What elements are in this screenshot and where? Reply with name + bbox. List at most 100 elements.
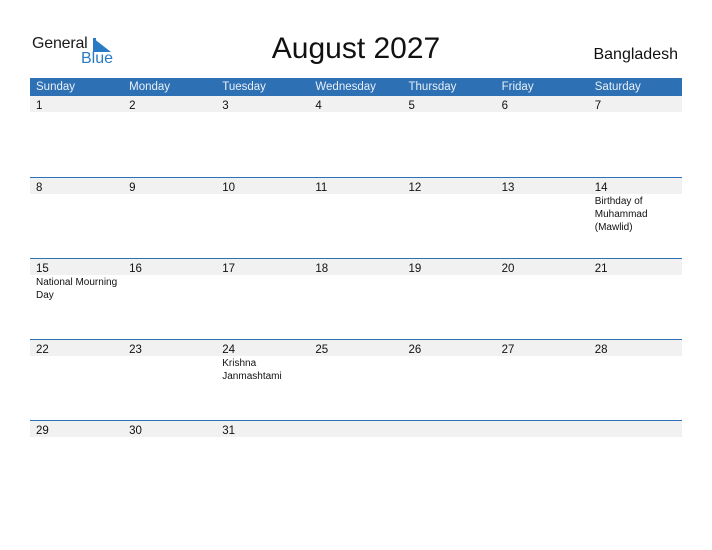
day-cell <box>403 421 496 437</box>
day-number: 29 <box>36 425 49 437</box>
holiday-event <box>496 275 589 302</box>
holiday-event <box>403 275 496 302</box>
holiday-event <box>30 194 123 234</box>
day-number: 6 <box>501 100 509 112</box>
day-cell: 25 <box>309 340 402 356</box>
week-row: 15 16 17 18 19 20 21 National Mourning Day <box>30 258 682 339</box>
day-number: 26 <box>408 344 422 356</box>
holiday-event <box>123 437 216 438</box>
events-row <box>30 112 682 113</box>
day-number: 9 <box>129 182 136 194</box>
week-row: 1 2 3 4 5 6 7 <box>30 96 682 177</box>
day-cell: 5 <box>403 96 496 112</box>
day-number: 31 <box>222 425 236 437</box>
day-cell <box>309 421 402 437</box>
day-cell: 11 <box>309 178 402 194</box>
day-cell: 23 <box>123 340 216 356</box>
day-number: 1 <box>36 100 43 112</box>
day-number: 13 <box>501 182 515 194</box>
day-cell: 18 <box>309 259 402 275</box>
day-cell: 28 <box>589 340 682 356</box>
date-strip: 15 16 17 18 19 20 21 <box>30 259 682 275</box>
holiday-event: Birthday of Muhammad (Mawlid) <box>594 196 648 233</box>
day-number: 27 <box>501 344 515 356</box>
day-cell: 8 <box>30 178 123 194</box>
day-number: 11 <box>315 182 328 194</box>
day-cell: 10 <box>216 178 309 194</box>
day-cell: 2 <box>123 96 216 112</box>
day-cell: 3 <box>216 96 309 112</box>
holiday-event <box>309 112 402 113</box>
day-number: 20 <box>501 263 515 275</box>
day-number: 16 <box>129 263 142 275</box>
events-row: Krishna Janmashtami <box>30 356 682 383</box>
country-label: Bangladesh <box>593 46 678 63</box>
day-cell: 27 <box>496 340 589 356</box>
events-row: Birthday of Muhammad (Mawlid) <box>30 194 682 234</box>
holiday-event <box>123 112 216 113</box>
day-cell: 15 <box>30 259 123 275</box>
day-cell: 22 <box>30 340 123 356</box>
day-number: 12 <box>408 182 422 194</box>
day-cell: 19 <box>403 259 496 275</box>
day-cell: 20 <box>496 259 589 275</box>
day-number: 22 <box>36 344 49 356</box>
day-cell: 16 <box>123 259 216 275</box>
day-cell: 26 <box>403 340 496 356</box>
events-row: National Mourning Day <box>30 275 682 302</box>
day-cell: 1 <box>30 96 123 112</box>
weeks-container: 1 2 3 4 5 6 7 8 9 10 11 12 13 14 Birthday of Muhammad … <box>30 96 682 501</box>
holiday-event: National Mourning Day <box>36 277 118 301</box>
day-number: 24 <box>222 344 236 356</box>
holiday-event <box>589 356 682 383</box>
holiday-event <box>309 437 402 438</box>
holiday-event <box>216 275 309 302</box>
day-number: 17 <box>222 263 236 275</box>
day-cell: 7 <box>589 96 682 112</box>
holiday-event <box>403 112 496 113</box>
holiday-event <box>496 112 589 113</box>
holiday-event <box>30 356 123 383</box>
day-number: 30 <box>129 425 142 437</box>
day-number: 15 <box>36 263 49 275</box>
day-number: 21 <box>594 263 608 275</box>
holiday-event <box>123 275 216 302</box>
day-cell: 12 <box>403 178 496 194</box>
day-cell: 6 <box>496 96 589 112</box>
holiday-event <box>216 112 309 113</box>
holiday-event <box>216 437 309 438</box>
week-row: 22 23 24 25 26 27 28 Krishna Janmashtami <box>30 339 682 420</box>
holiday-event <box>30 437 123 438</box>
weekday-saturday: Saturday <box>594 81 641 93</box>
events-row <box>30 437 682 438</box>
holiday-event <box>589 112 682 113</box>
weekday-monday: Monday <box>129 81 171 93</box>
week-row: 29 30 31 <box>30 420 682 501</box>
holiday-event <box>403 437 496 438</box>
day-number: 19 <box>408 263 422 275</box>
day-number: 8 <box>36 182 43 194</box>
holiday-event <box>589 275 682 302</box>
holiday-event <box>403 356 496 383</box>
holiday-event <box>216 194 309 234</box>
holiday-event <box>309 275 402 302</box>
holiday-event <box>123 356 216 383</box>
day-number: 7 <box>594 100 602 112</box>
date-strip: 22 23 24 25 26 27 28 <box>30 340 682 356</box>
day-number: 3 <box>222 100 229 112</box>
weekday-wednesday: Wednesday <box>315 81 376 93</box>
day-number: 23 <box>129 344 142 356</box>
day-cell: 9 <box>123 178 216 194</box>
day-number: 14 <box>594 182 608 194</box>
week-row: 8 9 10 11 12 13 14 Birthday of Muhammad (Mawlid… <box>30 177 682 258</box>
holiday-event <box>403 194 496 234</box>
day-number: 2 <box>129 100 136 112</box>
day-cell <box>496 421 589 437</box>
weekday-friday: Friday <box>501 81 534 93</box>
date-strip: 1 2 3 4 5 6 7 <box>30 96 682 112</box>
holiday-event <box>496 356 589 383</box>
holiday-event <box>496 194 589 234</box>
day-cell: 4 <box>309 96 402 112</box>
holiday-event <box>589 437 682 438</box>
day-cell: 13 <box>496 178 589 194</box>
